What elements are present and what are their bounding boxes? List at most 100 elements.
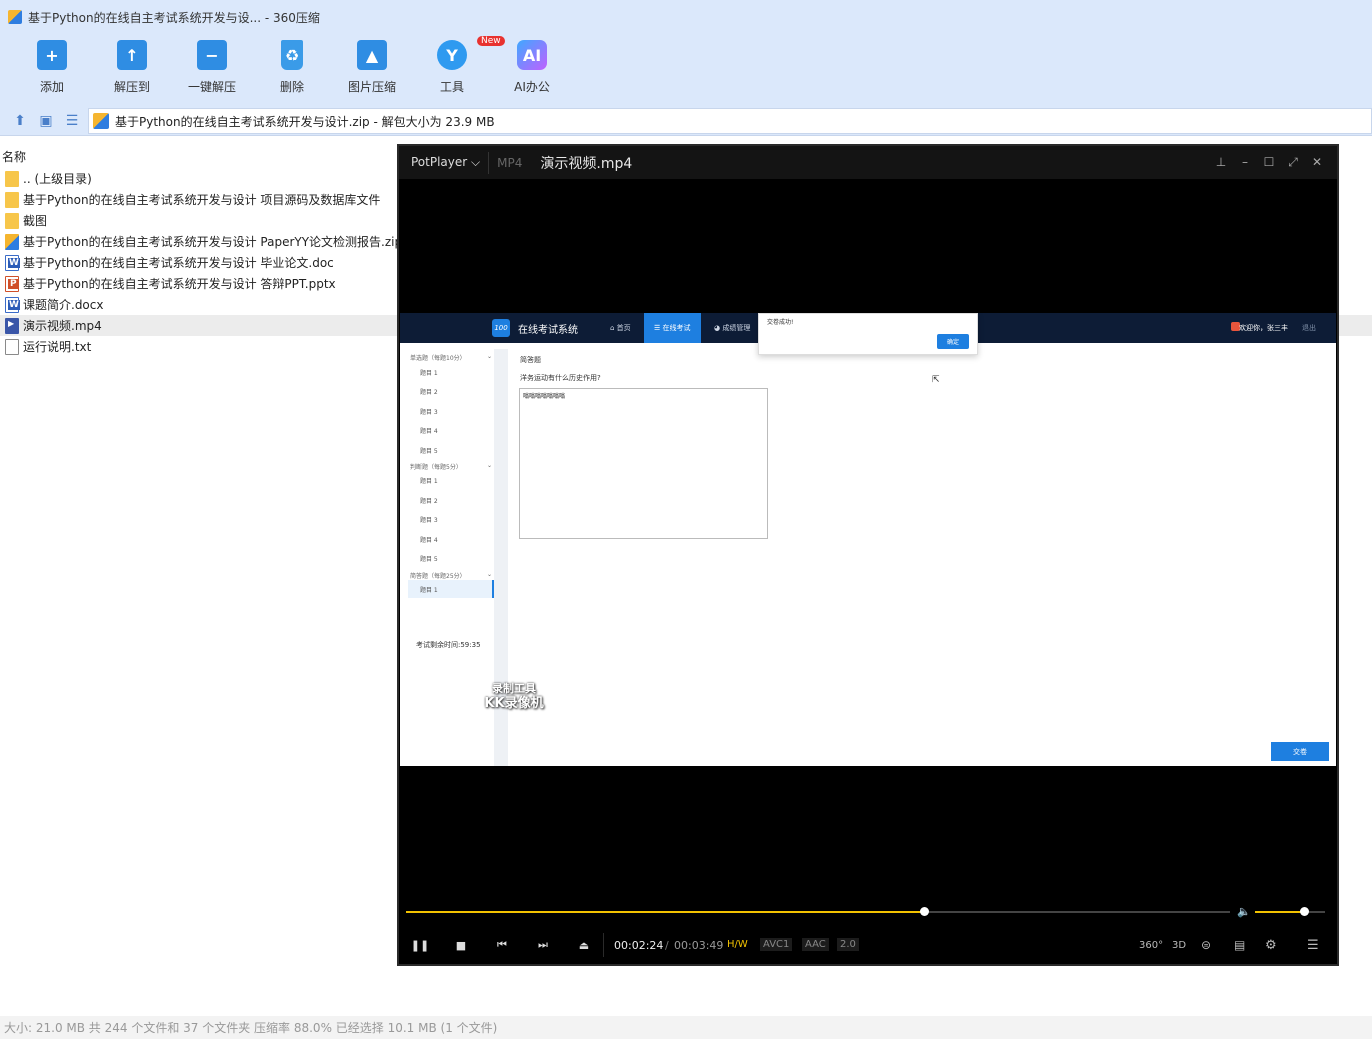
image-compress-label: 图片压缩 [347,80,396,94]
player-menu-button[interactable]: PotPlayer ⌵ [411,155,480,170]
question-item: 题目 4 [420,537,438,544]
mouse-cursor-icon: ⇱ [932,375,940,385]
address-field[interactable]: 基于Python的在线自主考试系统开发与设计.zip - 解包大小为 23.9 … [88,108,1372,134]
delete-label: 删除 [279,80,304,94]
audio-codec-badge[interactable]: AAC [802,938,829,951]
seek-bar[interactable] [406,907,1230,916]
extract-to-button[interactable]: ↑ 解压到 [97,38,167,95]
delete-button[interactable]: ♻ 删除 [257,38,327,95]
file-name: .. (上级目录) [23,172,92,186]
title-bar: 基于Python的在线自主考试系统开发与设... - 360压缩 [0,0,1372,34]
seek-handle[interactable] [920,907,930,916]
volume-handle[interactable] [1300,907,1309,916]
video-codec-badge[interactable]: AVC1 [760,938,793,951]
chevron-down-icon: ⌵ [471,155,481,169]
previous-icon[interactable]: ⏮ [493,937,511,953]
one-click-extract-button[interactable]: − 一键解压 [177,38,247,95]
folder-icon [5,212,19,229]
ai-office-button[interactable]: AI AI办公 [497,38,567,95]
video-file-icon [5,317,19,334]
zip-file-icon [5,233,19,250]
maximize-icon[interactable]: ☐ [1261,154,1277,170]
tools-icon: Y New [437,36,505,70]
window-title: 基于Python的在线自主考试系统开发与设... - 360压缩 [28,10,320,25]
recorder-watermark: 录制工具 KK录像机 [479,681,549,711]
player-file-title: 演示视频.mp4 [540,155,633,172]
divider [488,151,490,174]
pin-icon[interactable]: ⊥ [1213,154,1229,170]
minimize-icon[interactable]: – [1237,154,1253,170]
folder-icon [5,191,19,208]
file-name: 截图 [23,214,48,228]
section-title: 单选题（每题10分） [410,355,466,362]
zip-archive-icon [93,113,109,129]
extract-to-label: 解压到 [113,80,150,94]
status-bar: 大小: 21.0 MB 共 244 个文件和 37 个文件夹 压缩率 88.0%… [0,1016,1372,1039]
add-folder-icon: + [37,40,67,70]
chevron-down-icon: ⌄ [486,353,492,360]
thumbnail-view-icon[interactable]: ▣ [37,112,55,130]
delete-trash-icon: ♻ [281,40,303,70]
watermark-line-1: 录制工具 [492,682,536,695]
add-button[interactable]: + 添加 [17,38,87,95]
web-user-greeting: 欢迎你，张三丰 [1239,324,1288,332]
image-compress-icon: ▲ [357,40,387,70]
fullscreen-icon[interactable]: ⤢ [1285,154,1301,170]
settings-gear-icon[interactable]: ⚙ [1265,937,1277,953]
text-file-icon [5,338,19,355]
question-item: 题目 1 [420,478,438,485]
hw-decode-badge[interactable]: H/W [724,938,751,951]
menu-icon[interactable]: ☰ [1307,937,1319,953]
list-view-icon[interactable]: ☰ [63,112,81,130]
add-label: 添加 [39,80,64,94]
eject-icon[interactable]: ⏏ [575,937,593,953]
playlist-icon[interactable]: ▤ [1234,937,1245,953]
dialog-confirm-button: 确定 [937,334,969,349]
word-doc-icon [5,296,20,313]
address-bar: ⬆ ▣ ☰ 基于Python的在线自主考试系统开发与设计.zip - 解包大小为… [0,106,1372,136]
close-icon[interactable]: ✕ [1309,154,1325,170]
name-column-header[interactable]: 名称 [2,148,26,165]
folder-icon [5,170,19,187]
tools-button[interactable]: Y New 工具 [417,36,505,95]
question-item: 题目 1 [420,370,438,377]
question-item: 题目 5 [420,448,438,455]
divider [603,933,604,957]
answer-textarea: 嗡嗡嗡嗡嗡嗡嗡 [519,388,768,539]
3d-button[interactable]: 3D [1172,937,1186,953]
volume-slider[interactable] [1255,907,1325,916]
player-title-bar: PotPlayer ⌵ MP4 演示视频.mp4 ⊥ – ☐ ⤢ ✕ [399,146,1337,179]
address-path: 基于Python的在线自主考试系统开发与设计.zip - 解包大小为 23.9 … [115,114,495,129]
player-brand: PotPlayer [411,155,468,169]
success-dialog: 交卷成功! 确定 [758,313,978,355]
question-type-heading: 简答题 [520,356,541,364]
seek-progress [406,911,925,913]
file-name: 演示视频.mp4 [23,319,102,333]
status-text: 大小: 21.0 MB 共 244 个文件和 37 个文件夹 压缩率 88.0%… [4,1021,498,1035]
potplayer-window: PotPlayer ⌵ MP4 演示视频.mp4 ⊥ – ☐ ⤢ ✕ 100 在… [397,144,1339,966]
tools-label: 工具 [439,80,464,94]
vr-360-button[interactable]: 360° [1139,937,1163,953]
web-tab-scores: ◕ 成绩管理 [714,324,751,332]
pause-icon[interactable]: ❚❚ [411,937,429,953]
file-name: 基于Python的在线自主考试系统开发与设计 项目源码及数据库文件 [23,193,381,207]
up-level-icon[interactable]: ⬆ [11,112,29,130]
stop-icon[interactable]: ■ [452,937,470,953]
next-icon[interactable]: ⏭ [534,937,552,953]
web-tab-exam: ☰ 在线考试 [644,313,701,343]
question-item: 题目 2 [420,389,438,396]
question-item: 题目 4 [420,428,438,435]
image-compress-button[interactable]: ▲ 图片压缩 [337,38,407,95]
ai-office-icon: AI [517,40,547,70]
toolbar: + 添加 ↑ 解压到 − 一键解压 ♻ 删除 ▲ 图片压缩 Y New 工具 A… [0,34,1372,106]
audio-channels-badge[interactable]: 2.0 [837,938,859,951]
one-click-extract-icon: − [197,40,227,70]
current-time: 00:02:24 [614,939,664,952]
file-name: 基于Python的在线自主考试系统开发与设计 PaperYY论文检测报告.zip [23,235,403,249]
zoom-search-icon[interactable]: ⊜ [1201,937,1211,953]
powerpoint-icon [5,275,19,292]
volume-icon[interactable]: 🔈 [1237,905,1251,918]
volume-level [1255,911,1304,913]
question-item: 题目 3 [420,409,438,416]
total-time[interactable]: 00:03:49 [674,939,723,952]
